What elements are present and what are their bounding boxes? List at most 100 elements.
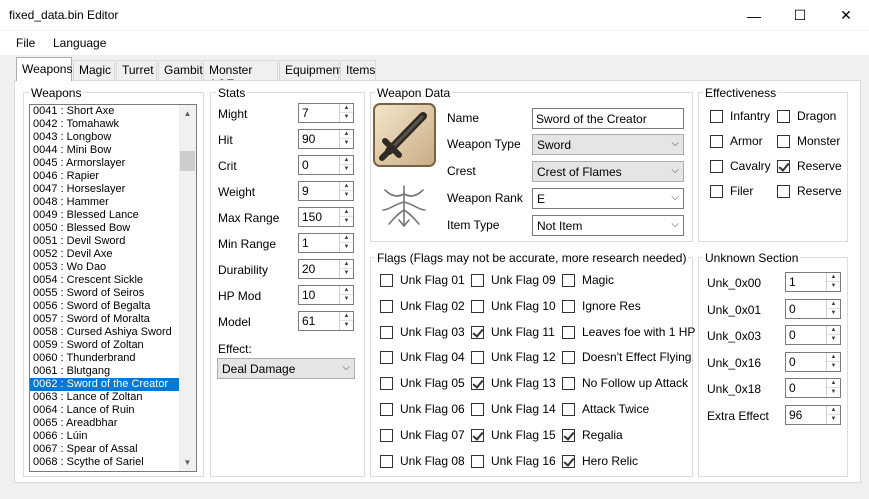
list-item[interactable]: 0048 : Hammer [30,196,196,209]
list-scrollbar[interactable]: ▲ ▼ [179,105,196,471]
spin-up-icon[interactable]: ▲ [827,353,840,362]
cavalry-4-label[interactable]: Cavalry [730,159,771,173]
maximize-button[interactable]: ☐ [777,0,823,31]
unk-flag-09-label[interactable]: Unk Flag 09 [491,273,556,287]
unk-flag-13-label[interactable]: Unk Flag 13 [491,376,556,390]
spin-down-icon[interactable]: ▼ [340,269,353,278]
unk-flag-01-checkbox[interactable] [380,274,393,287]
unk-flag-09-checkbox[interactable] [471,274,484,287]
hero-relic-checkbox[interactable] [562,454,575,468]
spin-up-icon[interactable]: ▲ [340,156,353,165]
spin-up-icon[interactable]: ▲ [340,234,353,243]
durability-stepper[interactable]: 20 ▲ ▼ [298,259,354,279]
attack-twice-label[interactable]: Attack Twice [582,402,649,416]
unk-flag-06-checkbox[interactable] [380,403,393,416]
doesn-t-effect-flying-checkbox[interactable] [562,351,575,365]
unk-0x03-stepper[interactable]: 0 ▲ ▼ [785,325,841,345]
title-bar[interactable]: fixed_data.bin Editor — ☐ ✕ [0,0,869,31]
list-item[interactable]: 0056 : Sword of Begalta [30,300,196,313]
spin-up-icon[interactable]: ▲ [340,312,353,321]
list-item[interactable]: 0062 : Sword of the Creator [30,378,196,391]
doesn-t-effect-flying-label[interactable]: Doesn't Effect Flying [582,350,691,364]
unk-flag-02-checkbox[interactable] [380,299,393,313]
tab-items[interactable]: Items [340,60,376,80]
unk-flag-08-label[interactable]: Unk Flag 08 [400,454,465,468]
dragon-1-checkbox[interactable] [777,110,790,123]
unk-flag-04-label[interactable]: Unk Flag 04 [400,350,465,364]
unk-flag-13-checkbox[interactable] [471,377,484,391]
scroll-thumb[interactable] [180,151,195,171]
close-button[interactable]: ✕ [823,0,869,31]
spin-down-icon[interactable]: ▼ [827,415,840,424]
monster-3-checkbox[interactable] [777,135,790,148]
unk-flag-03-checkbox[interactable] [380,325,393,339]
unk-flag-07-label[interactable]: Unk Flag 07 [400,428,465,442]
filer-6-label[interactable]: Filer [730,184,753,198]
spin-up-icon[interactable]: ▲ [340,182,353,191]
reserve-7-label[interactable]: Reserve [797,184,842,198]
hero-relic-label[interactable]: Hero Relic [582,454,638,468]
leaves-foe-with-1-hp-checkbox[interactable] [562,325,575,339]
spin-up-icon[interactable]: ▲ [827,406,840,415]
infantry-0-checkbox[interactable] [710,110,723,123]
weapon-rank-select[interactable]: E ⌵ [532,188,684,209]
ignore-res-label[interactable]: Ignore Res [582,299,641,313]
model-stepper[interactable]: 61 ▲ ▼ [298,311,354,331]
spin-down-icon[interactable]: ▼ [827,282,840,291]
regalia-label[interactable]: Regalia [582,428,623,442]
unk-flag-15-checkbox[interactable] [471,428,484,442]
unk-flag-04-checkbox[interactable] [380,351,393,365]
list-item[interactable]: 0061 : Blutgang [30,365,196,378]
minimize-button[interactable]: — [731,0,777,31]
spin-down-icon[interactable]: ▼ [340,165,353,174]
list-item[interactable]: 0044 : Mini Bow [30,144,196,157]
spin-down-icon[interactable]: ▼ [340,139,353,148]
filer-6-checkbox[interactable] [710,185,723,198]
menu-language[interactable]: Language [53,36,106,50]
list-item[interactable]: 0053 : Wo Dao [30,261,196,274]
might-stepper[interactable]: 7 ▲ ▼ [298,103,354,123]
list-item[interactable]: 0041 : Short Axe [30,105,196,118]
unk-flag-07-checkbox[interactable] [380,428,393,442]
reserve-7-checkbox[interactable] [777,185,790,198]
reserve-5-checkbox[interactable] [777,160,790,173]
list-item[interactable]: 0066 : Lúin [30,430,196,443]
spin-up-icon[interactable]: ▲ [340,104,353,113]
spin-down-icon[interactable]: ▼ [340,321,353,330]
unk-flag-08-checkbox[interactable] [380,454,393,468]
spin-down-icon[interactable]: ▼ [827,362,840,371]
spin-up-icon[interactable]: ▲ [827,379,840,388]
spin-down-icon[interactable]: ▼ [340,243,353,252]
weapon-list[interactable]: 0041 : Short Axe 0042 : Tomahawk 0043 : Lo… [29,104,197,472]
list-item[interactable]: 0058 : Cursed Ashiya Sword [30,326,196,339]
unk-flag-11-checkbox[interactable] [471,325,484,339]
spin-up-icon[interactable]: ▲ [340,208,353,217]
extra-effect-stepper[interactable]: 96 ▲ ▼ [785,404,841,425]
unk-flag-12-label[interactable]: Unk Flag 12 [491,350,556,364]
unk-0x18-stepper[interactable]: 0 ▲ ▼ [785,378,841,398]
spin-up-icon[interactable]: ▲ [340,130,353,139]
min-range-stepper[interactable]: 1 ▲ ▼ [298,233,354,253]
list-item[interactable]: 0042 : Tomahawk [30,118,196,131]
list-item[interactable]: 0065 : Areadbhar [30,417,196,430]
spin-down-icon[interactable]: ▼ [827,335,840,344]
weapon-name-input[interactable]: Sword of the Creator [532,108,684,129]
hit-stepper[interactable]: 90 ▲ ▼ [298,129,354,149]
weapon-type-select[interactable]: Sword ⌵ [532,134,684,155]
unk-flag-14-checkbox[interactable] [471,403,484,416]
reserve-5-label[interactable]: Reserve [797,159,842,173]
ignore-res-checkbox[interactable] [562,299,575,313]
list-item[interactable]: 0068 : Scythe of Sariel [30,456,196,469]
unk-flag-12-checkbox[interactable] [471,351,484,365]
regalia-checkbox[interactable] [562,428,575,442]
item-type-select[interactable]: Not Item ⌵ [532,215,684,236]
unk-flag-15-label[interactable]: Unk Flag 15 [491,428,556,442]
scroll-up-button[interactable]: ▲ [179,105,196,122]
unk-flag-03-label[interactable]: Unk Flag 03 [400,325,465,339]
list-item[interactable]: 0054 : Crescent Sickle [30,274,196,287]
spin-down-icon[interactable]: ▼ [340,113,353,122]
monster-3-label[interactable]: Monster [797,134,840,148]
list-item[interactable]: 0057 : Sword of Moralta [30,313,196,326]
unk-flag-11-label[interactable]: Unk Flag 11 [491,325,555,339]
list-item[interactable]: 0055 : Sword of Seiros [30,287,196,300]
